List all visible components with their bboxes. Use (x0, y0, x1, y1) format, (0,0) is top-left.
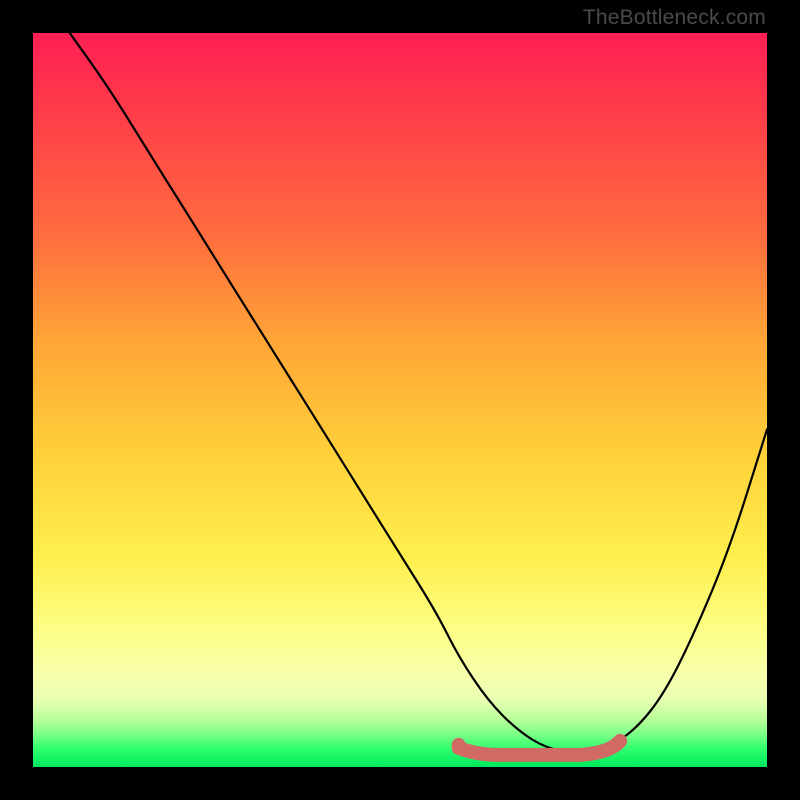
curve-layer (33, 33, 767, 767)
plot-area (33, 33, 767, 767)
bottleneck-curve (70, 33, 767, 751)
optimal-start-dot (452, 738, 466, 752)
optimal-range-highlight (459, 741, 621, 755)
attribution-label: TheBottleneck.com (583, 6, 766, 30)
chart-frame: TheBottleneck.com (0, 0, 800, 800)
